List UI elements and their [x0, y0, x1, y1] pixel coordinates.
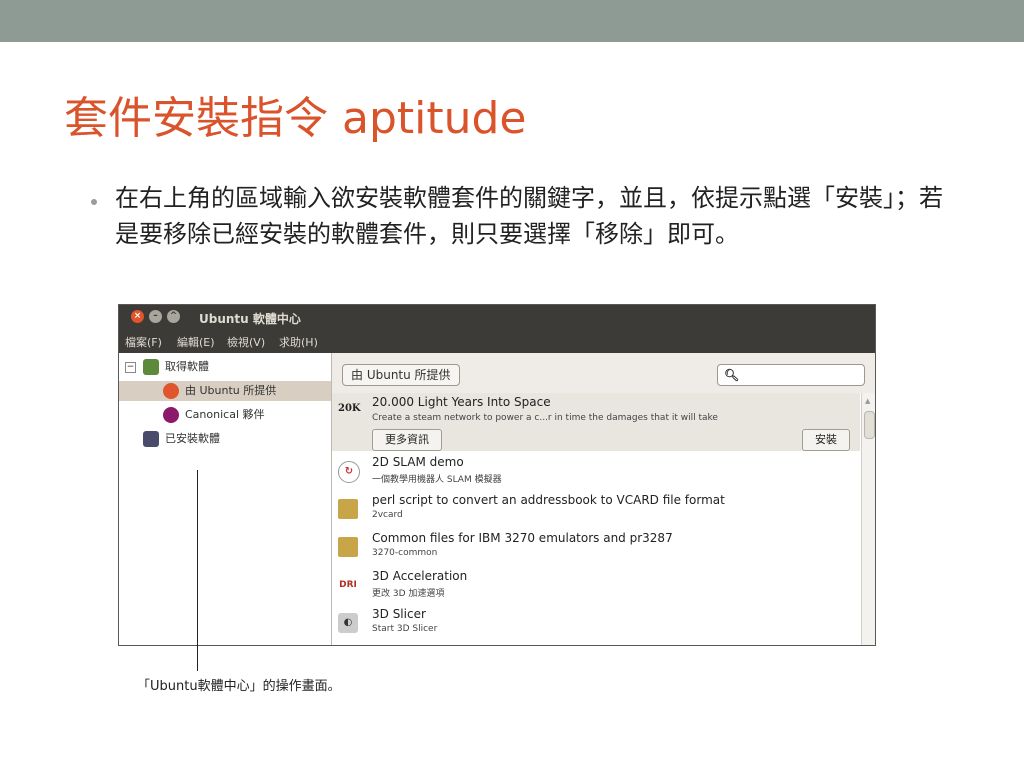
sidebar-item-label: 由 Ubuntu 所提供 [185, 384, 277, 397]
slide-top-bar [0, 0, 1024, 42]
list-item[interactable]: 20K 20.000 Light Years Into Space Create… [332, 393, 860, 451]
window-title: Ubuntu 軟體中心 [199, 312, 301, 326]
sidebar-item-installed[interactable]: 已安裝軟體 [143, 429, 220, 449]
close-icon[interactable]: × [131, 310, 144, 323]
sidebar-item-ubuntu[interactable]: 由 Ubuntu 所提供 [119, 381, 331, 401]
software-center-window: × – ^ Ubuntu 軟體中心 檔案(F) 編輯(E) 檢視(V) 求助(H… [118, 304, 876, 646]
bullet-dot [91, 199, 97, 205]
search-input[interactable]: 🔍︎ [717, 364, 865, 386]
app-description: 2vcard [372, 510, 403, 520]
slam-icon: ↻ [338, 461, 360, 483]
breadcrumb-button[interactable]: 由 Ubuntu 所提供 [342, 364, 460, 386]
app-name: perl script to convert an addressbook to… [372, 493, 725, 507]
list-item[interactable]: Common files for IBM 3270 emulators and … [332, 529, 860, 565]
menu-help[interactable]: 求助(H) [279, 334, 318, 350]
minimize-icon[interactable]: – [149, 310, 162, 323]
package-icon [338, 499, 358, 519]
app-name: 3D Slicer [372, 607, 426, 621]
tree-collapse-icon[interactable]: − [125, 362, 136, 373]
app-description: 更改 3D 加速選項 [372, 589, 445, 599]
sidebar-item-get-software[interactable]: 取得軟體 [143, 357, 209, 377]
list-item[interactable]: ↻ 2D SLAM demo 一個教學用機器人 SLAM 模擬器 [332, 453, 860, 489]
app-description: 3270-common [372, 548, 438, 558]
maximize-icon[interactable]: ^ [167, 310, 180, 323]
window-titlebar: × – ^ Ubuntu 軟體中心 [119, 305, 875, 329]
app-name: 3D Acceleration [372, 569, 468, 583]
scroll-up-icon[interactable]: ▲ [865, 397, 870, 405]
sidebar-item-label: Canonical 夥伴 [185, 408, 265, 421]
app-name: 2D SLAM demo [372, 455, 464, 469]
list-item[interactable]: ◐ 3D Slicer Start 3D Slicer [332, 605, 860, 641]
app-description: 一個教學用機器人 SLAM 模擬器 [372, 475, 502, 485]
list-item[interactable]: DRI 3D Acceleration 更改 3D 加速選項 [332, 567, 860, 603]
app-name: Common files for IBM 3270 emulators and … [372, 531, 673, 545]
ubuntu-logo-icon [163, 383, 179, 399]
sidebar-item-label: 已安裝軟體 [165, 432, 220, 445]
canonical-logo-icon [163, 407, 179, 423]
menu-view[interactable]: 檢視(V) [227, 334, 265, 350]
figure-caption: 「Ubuntu軟體中心」的操作畫面。 [137, 679, 341, 694]
sidebar: − 取得軟體 由 Ubuntu 所提供 Canonical 夥伴 已安裝軟體 [119, 353, 332, 645]
install-button[interactable]: 安裝 [802, 429, 850, 451]
computer-icon [143, 431, 159, 447]
sidebar-item-label: 取得軟體 [165, 360, 209, 373]
slicer-icon: ◐ [338, 613, 358, 633]
menu-file[interactable]: 檔案(F) [125, 334, 162, 350]
menubar: 檔案(F) 編輯(E) 檢視(V) 求助(H) [119, 329, 875, 353]
app-list: 20K 20.000 Light Years Into Space Create… [332, 393, 860, 645]
scroll-thumb[interactable] [864, 411, 875, 439]
toolbar: 由 Ubuntu 所提供 🔍︎ [332, 353, 875, 393]
list-item[interactable]: perl script to convert an addressbook to… [332, 491, 860, 527]
package-icon [338, 537, 358, 557]
search-icon: 🔍︎ [724, 368, 740, 382]
slide-title: 套件安裝指令 aptitude [64, 93, 527, 144]
app-name: 20.000 Light Years Into Space [372, 395, 551, 409]
sidebar-item-canonical[interactable]: Canonical 夥伴 [163, 405, 265, 425]
app-description: Create a steam network to power a c...r … [372, 413, 718, 423]
callout-line [197, 470, 198, 671]
main-pane: 由 Ubuntu 所提供 🔍︎ 20K 20.000 Light Years I… [332, 353, 875, 645]
dri-icon: DRI [339, 580, 357, 590]
menu-edit[interactable]: 編輯(E) [177, 334, 215, 350]
shop-icon [143, 359, 159, 375]
bullet-text: 在右上角的區域輸入欲安裝軟體套件的關鍵字，並且，依提示點選「安裝」；若是要移除已… [115, 184, 943, 248]
app-description: Start 3D Slicer [372, 624, 438, 634]
more-info-button[interactable]: 更多資訊 [372, 429, 442, 451]
20k-icon: 20K [338, 403, 361, 414]
scrollbar[interactable]: ▲ [861, 393, 875, 645]
